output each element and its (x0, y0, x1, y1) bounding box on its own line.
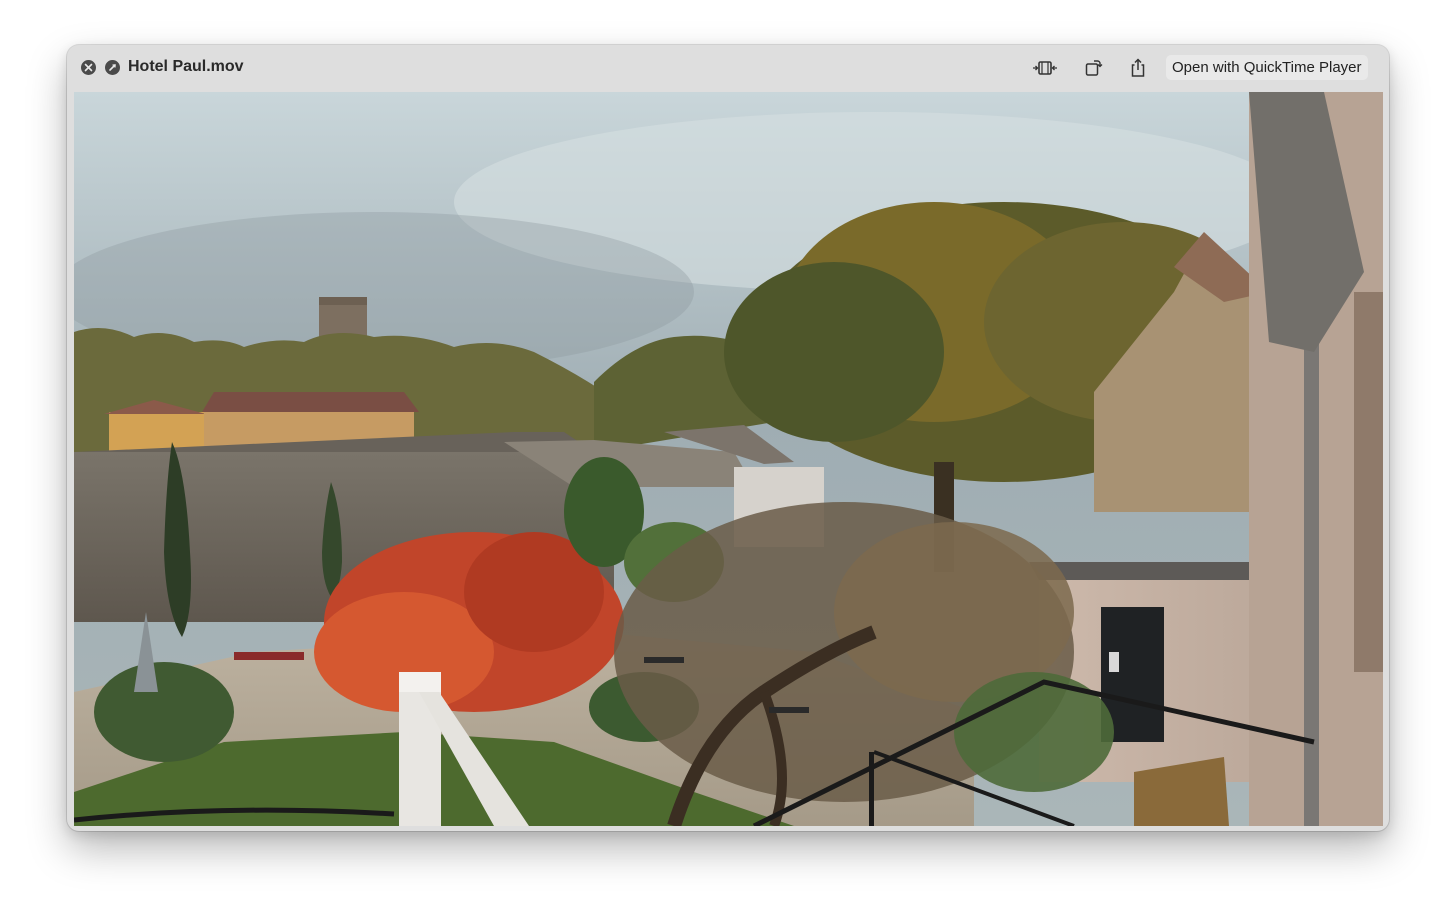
video-player[interactable] (74, 92, 1383, 826)
video-frame (74, 92, 1383, 826)
trim-icon[interactable] (1031, 57, 1059, 79)
open-with-quicktime-button[interactable]: Open with QuickTime Player (1166, 55, 1368, 80)
window-title: Hotel Paul.mov (128, 58, 244, 75)
fullscreen-icon[interactable] (105, 60, 120, 75)
titlebar: Hotel Paul.mov Open with QuickTime Playe… (67, 45, 1389, 91)
share-icon[interactable] (1124, 57, 1152, 79)
quick-look-window: Hotel Paul.mov Open with QuickTime Playe… (67, 45, 1389, 831)
close-icon[interactable] (81, 60, 96, 75)
rotate-icon[interactable] (1079, 57, 1107, 79)
